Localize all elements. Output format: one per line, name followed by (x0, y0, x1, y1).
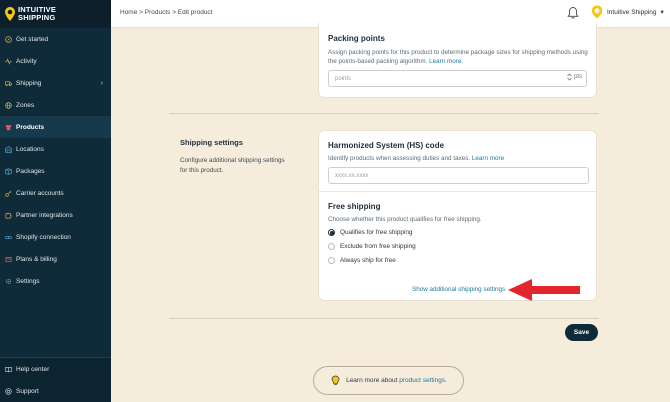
sidebar-nav: Get started Activity Shipping › Zones Pr… (0, 28, 111, 292)
shipping-settings-card: Harmonized System (HS) code Identify pro… (318, 130, 597, 301)
sidebar-item-packages[interactable]: Packages (0, 160, 111, 182)
hs-code-description: Identify products when assessing duties … (328, 155, 505, 162)
key-icon (5, 190, 12, 197)
help-icon (5, 387, 12, 395)
sidebar-item-label: Packages (16, 167, 45, 175)
truck-icon (5, 80, 12, 86)
book-icon (5, 366, 12, 372)
sidebar-item-label: Help center (16, 365, 50, 373)
show-additional-settings-link[interactable]: Show additional shipping settings (412, 286, 505, 293)
radio-label: Exclude from free shipping (340, 243, 416, 250)
sidebar-item-label: Locations (16, 145, 44, 153)
sidebar-item-shipping[interactable]: Shipping › (0, 72, 111, 94)
section-divider (169, 318, 599, 319)
sidebar-item-zones[interactable]: Zones (0, 94, 111, 116)
hs-code-input[interactable]: xxxx.xx.xxxx (328, 167, 589, 184)
save-button[interactable]: Save (565, 324, 598, 341)
package-icon (5, 167, 12, 175)
activity-icon (5, 57, 12, 65)
product-settings-link[interactable]: product settings. (399, 377, 447, 384)
sidebar-item-label: Settings (16, 277, 40, 285)
radio-label: Qualifies for free shipping (340, 229, 413, 236)
learn-more-text: Learn more about product settings. (346, 377, 447, 384)
breadcrumb[interactable]: Home > Products > Edit product (120, 9, 213, 16)
lightbulb-icon (331, 375, 340, 385)
sidebar-item-label: Products (16, 123, 45, 131)
sidebar-item-partner-integrations[interactable]: Partner integrations (0, 204, 111, 226)
brand-name: INTUITIVE SHIPPING (18, 5, 57, 22)
chevron-right-icon: › (100, 79, 103, 87)
packing-points-placeholder: points (335, 75, 352, 82)
learn-more-product-settings[interactable]: Learn more about product settings. (313, 366, 464, 395)
shirt-icon (5, 124, 12, 130)
radio-button[interactable] (328, 257, 335, 264)
radio-button[interactable] (328, 243, 335, 250)
hs-code-title: Harmonized System (HS) code (328, 141, 445, 150)
points-unit: pts (573, 74, 582, 80)
sidebar: INTUITIVE SHIPPING Get started Activity … (0, 0, 111, 402)
sidebar-item-label: Partner integrations (16, 211, 73, 219)
section-divider (169, 113, 599, 114)
sidebar-item-activity[interactable]: Activity (0, 50, 111, 72)
packing-points-title: Packing points (328, 34, 385, 43)
caret-down-icon: ▾ (660, 9, 664, 16)
sidebar-item-label: Support (16, 387, 39, 395)
radio-qualifies-free-shipping[interactable]: Qualifies for free shipping (328, 229, 412, 236)
radio-exclude-free-shipping[interactable]: Exclude from free shipping (328, 243, 416, 250)
sidebar-item-locations[interactable]: Locations (0, 138, 111, 160)
location-pin-icon (5, 7, 15, 21)
sidebar-item-label: Shopify connection (16, 233, 71, 241)
card-divider (319, 191, 596, 192)
sidebar-item-label: Carrier accounts (16, 189, 64, 197)
user-name: Intuitive Shipping (607, 8, 657, 16)
arrow-left-icon (508, 279, 580, 301)
gear-icon (5, 278, 12, 284)
link-icon (5, 235, 12, 239)
compass-icon (5, 35, 12, 43)
brand-logo[interactable]: INTUITIVE SHIPPING (0, 0, 111, 28)
shipping-settings-heading: Shipping settings (180, 138, 243, 147)
sidebar-item-get-started[interactable]: Get started (0, 28, 111, 50)
radio-button-selected[interactable] (328, 229, 335, 236)
sidebar-item-label: Activity (16, 57, 37, 65)
sidebar-item-products[interactable]: Products (0, 116, 111, 138)
sidebar-item-support[interactable]: Support (0, 380, 111, 402)
hs-learn-more-link[interactable]: Learn more (472, 155, 504, 162)
shipping-settings-description: Configure additional shipping settings f… (180, 157, 285, 174)
radio-label: Always ship for free (340, 257, 396, 264)
sidebar-item-plans-billing[interactable]: Plans & billing (0, 248, 111, 270)
hs-code-placeholder: xxxx.xx.xxxx (335, 172, 369, 179)
sidebar-item-label: Get started (16, 35, 49, 43)
sidebar-item-label: Plans & billing (16, 255, 57, 263)
packing-points-input[interactable]: points pts (328, 70, 587, 87)
sidebar-footer: Help center Support (0, 357, 111, 402)
free-shipping-description: Choose whether this product qualifies fo… (328, 216, 482, 223)
packing-learn-more-link[interactable]: Learn more. (429, 58, 463, 65)
radio-always-ship-free[interactable]: Always ship for free (328, 257, 396, 264)
stepper-arrows-icon (567, 73, 572, 81)
packing-points-card: Packing points Assign packing points for… (318, 23, 597, 98)
main-content: Packing points Assign packing points for… (111, 23, 670, 402)
user-menu[interactable]: Intuitive Shipping ▾ (591, 5, 664, 19)
quantity-stepper[interactable]: pts (567, 73, 582, 81)
globe-icon (5, 101, 12, 109)
sidebar-item-shopify-connection[interactable]: Shopify connection (0, 226, 111, 248)
free-shipping-title: Free shipping (328, 202, 381, 211)
sidebar-item-settings[interactable]: Settings (0, 270, 111, 292)
sidebar-item-label: Zones (16, 101, 35, 109)
puzzle-icon (5, 212, 12, 218)
notification-bell-icon[interactable] (567, 6, 579, 20)
sidebar-item-label: Shipping (16, 79, 42, 87)
warehouse-icon (5, 145, 12, 153)
avatar (591, 5, 603, 19)
sidebar-item-help-center[interactable]: Help center (0, 358, 111, 380)
packing-points-description: Assign packing points for this product t… (328, 49, 588, 65)
sidebar-item-carrier-accounts[interactable]: Carrier accounts (0, 182, 111, 204)
receipt-icon (5, 256, 12, 262)
